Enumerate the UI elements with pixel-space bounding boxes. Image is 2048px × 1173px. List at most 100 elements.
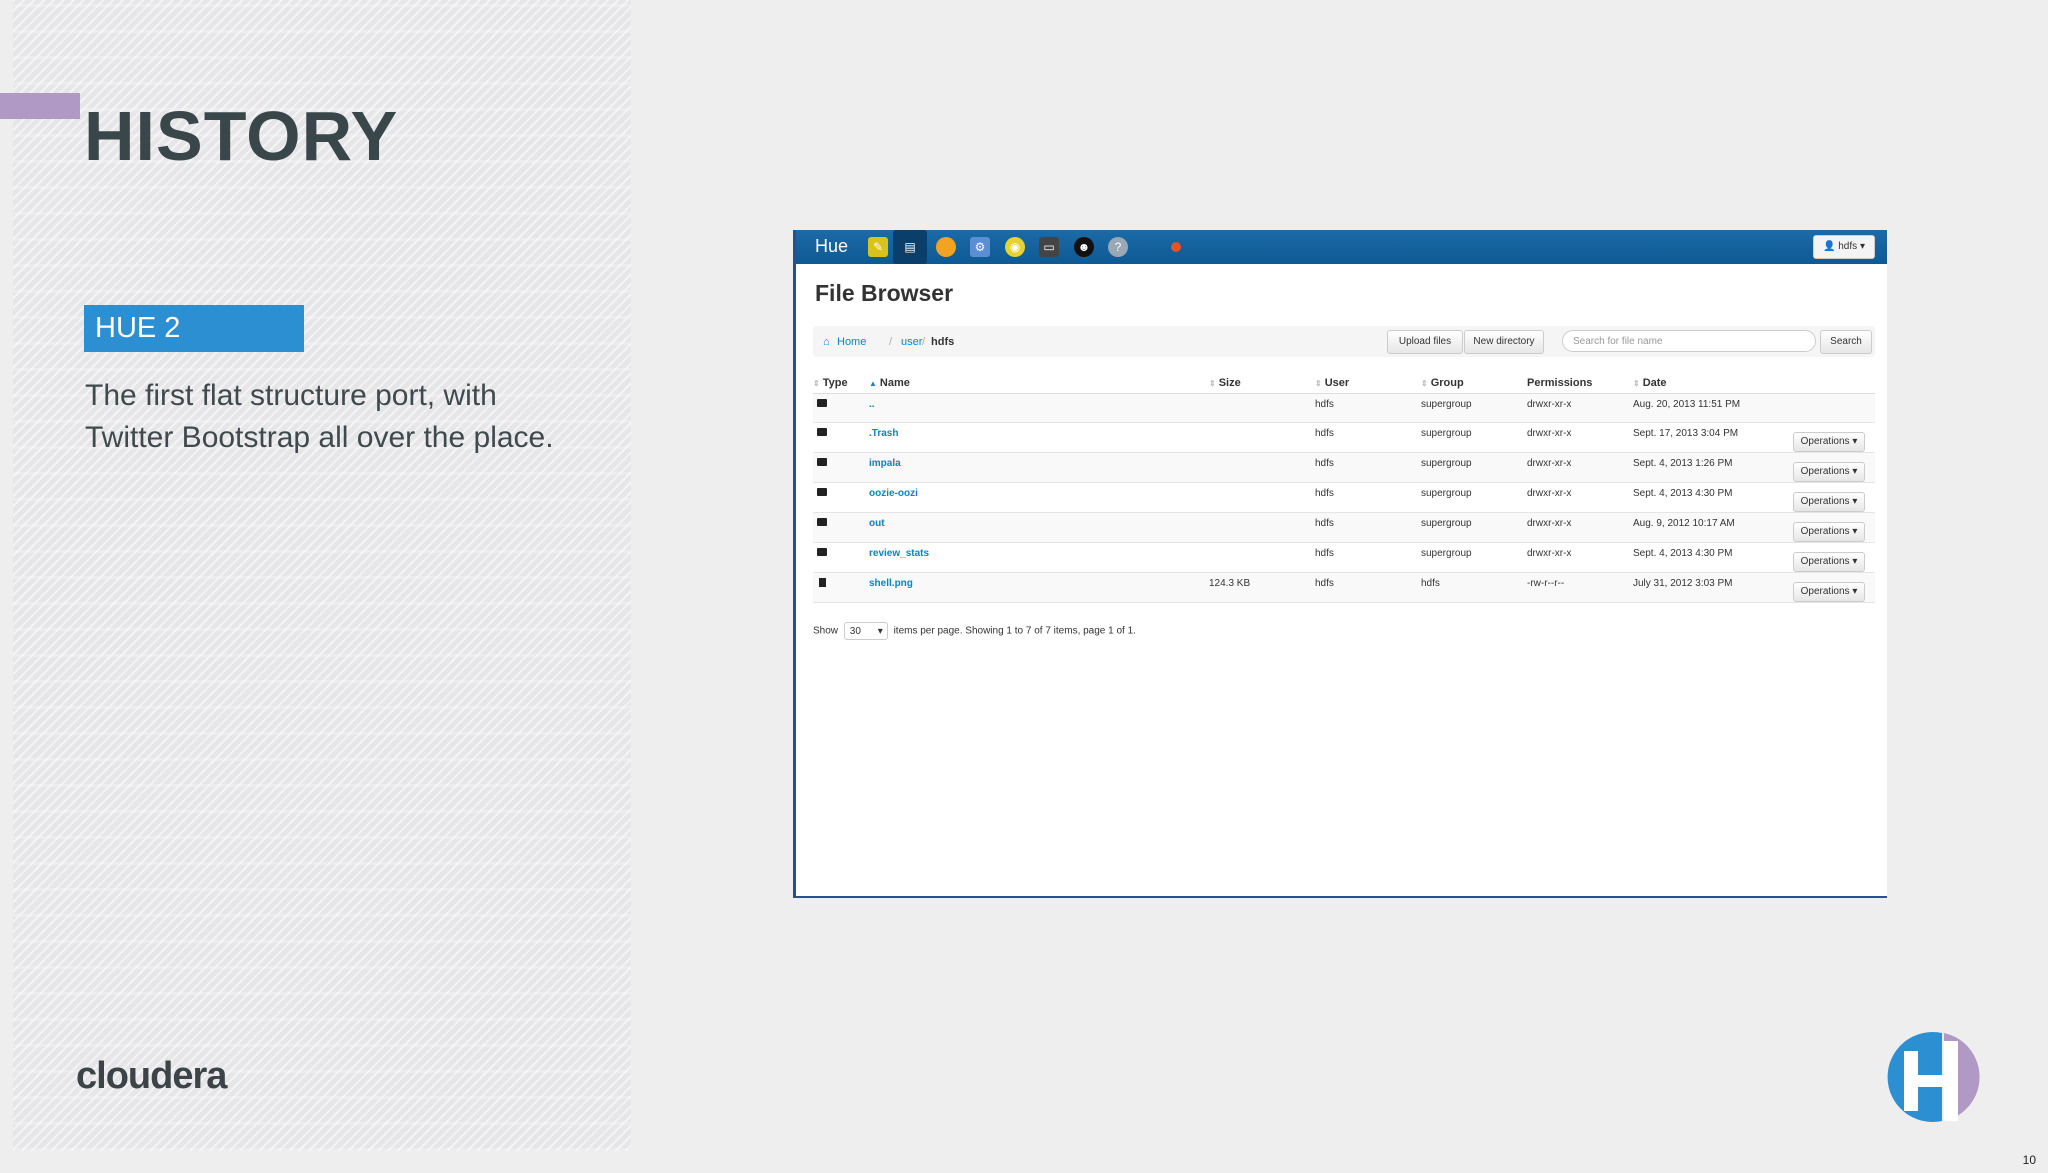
file-group: supergroup bbox=[1421, 512, 1527, 543]
operations-button[interactable]: Operations ▾ bbox=[1793, 432, 1865, 452]
file-user: hdfs bbox=[1315, 572, 1421, 603]
folder-icon bbox=[817, 488, 827, 496]
pager-summary: items per page. Showing 1 to 7 of 7 item… bbox=[893, 625, 1136, 637]
file-date: Sept. 4, 2013 4:30 PM bbox=[1633, 542, 1793, 573]
file-size bbox=[1209, 482, 1315, 513]
col-size[interactable]: ⇕ Size bbox=[1209, 373, 1315, 394]
file-user: hdfs bbox=[1315, 393, 1421, 423]
file-date: Sept. 17, 2013 3:04 PM bbox=[1633, 422, 1793, 453]
folder-icon bbox=[817, 518, 827, 526]
hue-logo-icon bbox=[1887, 1032, 1980, 1122]
file-date: Aug. 20, 2013 11:51 PM bbox=[1633, 393, 1793, 423]
caret-down-icon: ▾ bbox=[1852, 436, 1858, 447]
operations-button[interactable]: Operations ▾ bbox=[1793, 582, 1865, 602]
table-row[interactable]: .Trash hdfs supergroup drwxr-xr-x Sept. … bbox=[813, 422, 1875, 453]
caret-down-icon: ▾ bbox=[1852, 586, 1858, 597]
home-icon[interactable]: ⌂ bbox=[823, 336, 830, 348]
col-group[interactable]: ⇕ Group bbox=[1421, 373, 1527, 394]
file-name-link[interactable]: shell.png bbox=[869, 578, 913, 589]
folder-icon bbox=[817, 548, 827, 556]
slide-title: HISTORY bbox=[84, 97, 399, 175]
pig-icon[interactable] bbox=[936, 237, 956, 257]
operations-button[interactable]: Operations ▾ bbox=[1793, 492, 1865, 512]
breadcrumb-current[interactable]: hdfs bbox=[931, 336, 954, 348]
slide: HISTORY HUE 2 The first flat structure p… bbox=[0, 0, 2048, 1151]
user-menu-label: hdfs bbox=[1838, 241, 1858, 252]
caret-down-icon: ▾ bbox=[1852, 556, 1858, 567]
folder-icon bbox=[817, 399, 827, 407]
file-permissions: drwxr-xr-x bbox=[1527, 452, 1633, 483]
filebrowser-icon[interactable]: ▤ bbox=[893, 230, 927, 264]
file-group: supergroup bbox=[1421, 542, 1527, 573]
file-permissions: drwxr-xr-x bbox=[1527, 422, 1633, 453]
file-permissions: -rw-r--r-- bbox=[1527, 572, 1633, 603]
file-size bbox=[1209, 422, 1315, 453]
caret-down-icon: ▾ bbox=[877, 626, 883, 637]
table-row[interactable]: impala hdfs supergroup drwxr-xr-x Sept. … bbox=[813, 452, 1875, 483]
file-size bbox=[1209, 393, 1315, 423]
file-permissions: drwxr-xr-x bbox=[1527, 542, 1633, 573]
operations-button[interactable]: Operations ▾ bbox=[1793, 462, 1865, 482]
file-permissions: drwxr-xr-x bbox=[1527, 393, 1633, 423]
search-input[interactable] bbox=[1562, 330, 1816, 352]
items-per-page-select[interactable]: 30 ▾ bbox=[843, 622, 888, 640]
file-date: Aug. 9, 2012 10:17 AM bbox=[1633, 512, 1793, 543]
new-directory-button[interactable]: New directory bbox=[1464, 330, 1544, 354]
col-type[interactable]: ⇕ Type bbox=[813, 373, 869, 394]
shell-icon[interactable]: ▭ bbox=[1039, 237, 1059, 257]
file-user: hdfs bbox=[1315, 482, 1421, 513]
slide-body: The first flat structure port, with Twit… bbox=[85, 379, 554, 454]
file-name-link[interactable]: out bbox=[869, 518, 885, 529]
file-group: supergroup bbox=[1421, 482, 1527, 513]
file-name-link[interactable]: .. bbox=[869, 399, 875, 410]
breadcrumb-user[interactable]: user bbox=[901, 336, 922, 348]
file-date: Sept. 4, 2013 1:26 PM bbox=[1633, 452, 1793, 483]
operations-button[interactable]: Operations ▾ bbox=[1793, 522, 1865, 542]
oozie-icon[interactable]: ◉ bbox=[1005, 237, 1025, 257]
operations-button[interactable]: Operations ▾ bbox=[1793, 552, 1865, 572]
pager-show-label: Show bbox=[813, 625, 839, 637]
file-icon bbox=[819, 578, 826, 587]
file-size: 124.3 KB bbox=[1209, 572, 1315, 603]
file-name-link[interactable]: .Trash bbox=[869, 428, 898, 439]
col-user[interactable]: ⇕ User bbox=[1315, 373, 1421, 394]
file-permissions: drwxr-xr-x bbox=[1527, 512, 1633, 543]
file-date: Sept. 4, 2013 4:30 PM bbox=[1633, 482, 1793, 513]
accent-bar bbox=[0, 93, 80, 119]
file-group: hdfs bbox=[1421, 572, 1527, 603]
user-icon: 👤 bbox=[1823, 241, 1836, 252]
file-size bbox=[1209, 452, 1315, 483]
file-permissions: drwxr-xr-x bbox=[1527, 482, 1633, 513]
file-name-link[interactable]: impala bbox=[869, 458, 901, 469]
col-permissions[interactable]: Permissions bbox=[1527, 373, 1633, 394]
breadcrumb-home[interactable]: Home bbox=[837, 336, 866, 348]
file-user: hdfs bbox=[1315, 542, 1421, 573]
breadcrumb-separator: / bbox=[889, 336, 893, 348]
useradmin-icon[interactable]: ☻ bbox=[1074, 237, 1094, 257]
table-row[interactable]: oozie-oozi hdfs supergroup drwxr-xr-x Se… bbox=[813, 482, 1875, 513]
file-name-link[interactable]: oozie-oozi bbox=[869, 488, 918, 499]
file-name-link[interactable]: review_stats bbox=[869, 548, 929, 559]
table-row[interactable]: shell.png 124.3 KB hdfs hdfs -rw-r--r-- … bbox=[813, 572, 1875, 603]
page-title: File Browser bbox=[815, 280, 954, 306]
table-row[interactable]: review_stats hdfs supergroup drwxr-xr-x … bbox=[813, 542, 1875, 573]
jobdesigner-icon[interactable]: ⚙ bbox=[970, 237, 990, 257]
col-name[interactable]: ▲ Name bbox=[869, 373, 1209, 394]
col-date[interactable]: ⇕ Date bbox=[1633, 373, 1793, 394]
table-row[interactable]: .. hdfs supergroup drwxr-xr-x Aug. 20, 2… bbox=[813, 393, 1875, 423]
hue-navbar: Hue ✎ ▤ ⚙ ◉ ▭ ☻ ? 👤 hdfs ▾ bbox=[796, 230, 1887, 264]
hue-brand[interactable]: Hue bbox=[815, 236, 848, 257]
file-user: hdfs bbox=[1315, 452, 1421, 483]
user-menu-button[interactable]: 👤 hdfs ▾ bbox=[1813, 235, 1875, 259]
status-icon[interactable] bbox=[1171, 242, 1181, 252]
table-row[interactable]: out hdfs supergroup drwxr-xr-x Aug. 9, 2… bbox=[813, 512, 1875, 543]
upload-files-button[interactable]: Upload files bbox=[1387, 330, 1463, 354]
file-user: hdfs bbox=[1315, 422, 1421, 453]
folder-icon bbox=[817, 458, 827, 466]
help-icon[interactable]: ? bbox=[1108, 237, 1128, 257]
file-size bbox=[1209, 512, 1315, 543]
caret-down-icon: ▾ bbox=[1852, 466, 1858, 477]
beeswax-icon[interactable]: ✎ bbox=[868, 237, 888, 257]
table-header-row: ⇕ Type ▲ Name ⇕ Size ⇕ User ⇕ Group Permissio… bbox=[813, 373, 1875, 394]
search-button[interactable]: Search bbox=[1820, 330, 1872, 354]
